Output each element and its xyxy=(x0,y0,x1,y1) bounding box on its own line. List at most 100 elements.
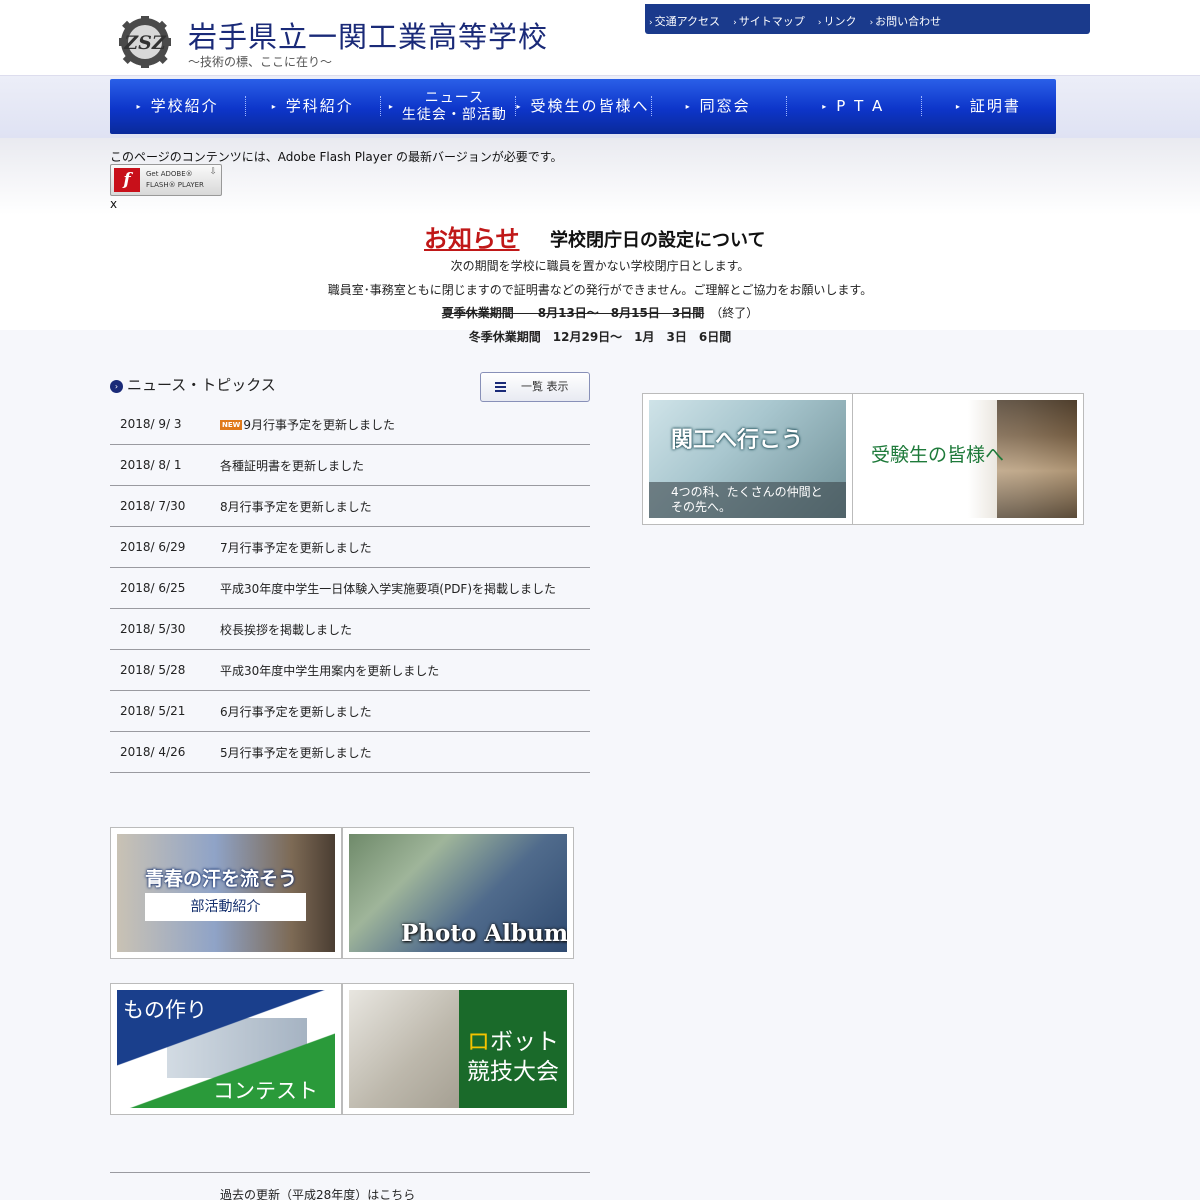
banner-photo: 関工へ行こう 4つの科、たくさんの仲間と その先へ。 xyxy=(649,400,846,518)
notice-winter-period: 冬季休業期間 12月29日〜 1月 3日 6日間 xyxy=(468,330,732,344)
news-item[interactable]: 2018/ 5/28 平成30年度中学生用案内を更新しました xyxy=(110,650,590,691)
nav-label-line2: 生徒会・部活動 xyxy=(401,106,507,123)
flash-close-text[interactable]: x xyxy=(110,197,117,211)
news-item[interactable]: 2018/ 9/ 3 NEW 9月行事予定を更新しました xyxy=(110,404,590,445)
banner-subtitle: 部活動紹介 xyxy=(145,893,306,921)
chevron-right-icon: ▸ xyxy=(685,102,692,111)
news-date: 2018/ 6/25 xyxy=(120,581,186,595)
news-item[interactable]: 2018/ 5/30 校長挨拶を掲載しました xyxy=(110,609,590,650)
banner-club-activities[interactable]: 青春の汗を流そう 部活動紹介 xyxy=(110,827,342,959)
sitemap-link[interactable]: › サイトマップ xyxy=(733,13,805,29)
banner-lets-go-kanko[interactable]: 関工へ行こう 4つの科、たくさんの仲間と その先へ。 xyxy=(642,393,853,525)
nav-item-certificates[interactable]: ▸ 証明書 xyxy=(920,79,1056,134)
flash-badge-line2: FLASH® PLAYER xyxy=(146,181,204,189)
news-date: 2018/ 5/21 xyxy=(120,704,186,718)
links-link-label: リンク xyxy=(823,15,857,28)
school-emblem-icon[interactable]: ZSZ xyxy=(110,16,180,68)
nav-item-applicants[interactable]: ▸ 受検生の皆様へ xyxy=(515,79,650,134)
banner-subtitle-line1: 4つの科、たくさんの仲間と xyxy=(671,485,823,499)
banner-for-applicants[interactable]: 受験生の皆様へ xyxy=(852,393,1084,525)
banner-title-line2: 競技大会 xyxy=(467,1059,559,1085)
banner-title: 関工へ行こう xyxy=(671,428,804,453)
news-item[interactable]: 2018/ 4/26 5月行事予定を更新しました xyxy=(110,732,590,773)
nav-item-departments[interactable]: ▸ 学科紹介 xyxy=(245,79,380,134)
nav-label: P T A xyxy=(836,97,885,115)
nav-label: 同窓会 xyxy=(699,97,751,115)
nav-label: 証明書 xyxy=(969,97,1021,115)
chevron-right-icon: › xyxy=(649,18,653,28)
access-link[interactable]: › 交通アクセス xyxy=(649,13,720,29)
news-date: 2018/ 6/29 xyxy=(120,540,186,554)
news-item[interactable]: 2018/ 7/30 8月行事予定を更新しました xyxy=(110,486,590,527)
news-item[interactable]: 2018/ 8/ 1 各種証明書を更新しました xyxy=(110,445,590,486)
nav-item-alumni[interactable]: ▸ 同窓会 xyxy=(650,79,786,134)
nav-label: 受検生の皆様へ xyxy=(530,97,650,115)
site-title[interactable]: 岩手県立一関工業高等学校 xyxy=(188,14,548,56)
news-title[interactable]: 5月行事予定を更新しました xyxy=(220,744,372,761)
sitemap-link-label: サイトマップ xyxy=(738,15,805,28)
news-title[interactable]: NEW 9月行事予定を更新しました xyxy=(220,416,395,433)
banner-photo: ロボット 競技大会 xyxy=(349,990,567,1108)
notice-title: 学校閉庁日の設定について xyxy=(550,230,766,251)
news-date: 2018/ 4/26 xyxy=(120,745,186,759)
news-item[interactable]: 2018/ 5/21 6月行事予定を更新しました xyxy=(110,691,590,732)
nav-label: 学科紹介 xyxy=(285,97,354,115)
banner-photo: Photo Album xyxy=(349,834,567,952)
flash-badge-line1: Get ADOBE® xyxy=(146,170,193,178)
news-title[interactable]: 平成30年度中学生用案内を更新しました xyxy=(220,662,439,679)
notice-summer-period: 夏季休業期間 8月13日〜 8月15日 3日間 （終了） xyxy=(0,304,1200,321)
chevron-right-icon: › xyxy=(733,18,737,28)
nav-item-school-intro[interactable]: ▸ 学校紹介 xyxy=(110,79,245,134)
banner-photo: もの作り コンテスト xyxy=(117,990,335,1108)
nav-label: ニュース 生徒会・部活動 xyxy=(402,90,507,124)
chevron-right-icon: ▸ xyxy=(136,102,143,111)
view-all-button[interactable]: 一覧 表示 xyxy=(480,372,590,402)
banner-robot-competition[interactable]: ロボット 競技大会 xyxy=(342,983,574,1115)
contact-link[interactable]: › お問い合わせ xyxy=(870,13,942,29)
contact-link-label: お問い合わせ xyxy=(875,15,942,28)
chevron-right-icon: ▸ xyxy=(516,102,523,111)
chevron-right-icon: › xyxy=(869,18,874,28)
news-list: 2018/ 9/ 3 NEW 9月行事予定を更新しました 2018/ 8/ 1 各種証… xyxy=(110,404,590,773)
chevron-right-icon: › xyxy=(817,18,822,28)
access-link-label: 交通アクセス xyxy=(654,15,721,28)
news-title-text: 9月行事予定を更新しました xyxy=(243,417,396,432)
flash-required-message: このページのコンテンツには、Adobe Flash Player の最新バージョ… xyxy=(110,150,563,164)
notice-line-1: 次の期間を学校に職員を置かない学校閉庁日とします。 xyxy=(450,259,750,273)
chevron-right-icon: ▸ xyxy=(955,102,962,111)
banner-subtitle-line2: その先へ。 xyxy=(671,500,732,514)
news-item[interactable]: 2018/ 6/25 平成30年度中学生一日体験入学実施要項(PDF)を掲載しまし… xyxy=(110,568,590,609)
news-title[interactable]: 6月行事予定を更新しました xyxy=(220,703,372,720)
news-title[interactable]: 各種証明書を更新しました xyxy=(220,457,364,474)
nav-item-pta[interactable]: ▸ P T A xyxy=(785,79,921,134)
banner-title-bottom: コンテスト xyxy=(213,1079,318,1103)
news-title[interactable]: 7月行事予定を更新しました xyxy=(220,539,372,556)
utility-nav: › 交通アクセス › サイトマップ › リンク › お問い合わせ xyxy=(645,4,1090,34)
get-flash-player-button[interactable]: f Get ADOBE® FLASH® PLAYER ⇩ xyxy=(110,164,222,196)
download-arrow-icon: ⇩ xyxy=(209,167,217,177)
news-date: 2018/ 5/30 xyxy=(120,622,186,636)
site-tagline: 〜技術の標、ここに在り〜 xyxy=(188,55,333,69)
nav-label-line1: ニュース xyxy=(424,89,485,106)
banner-photo: 青春の汗を流そう 部活動紹介 xyxy=(117,834,335,952)
banner-title: 受験生の皆様へ xyxy=(871,444,1005,466)
links-link[interactable]: › リンク xyxy=(818,13,857,29)
banner-monozukuri-contest[interactable]: もの作り コンテスト xyxy=(110,983,342,1115)
news-title[interactable]: 平成30年度中学生一日体験入学実施要項(PDF)を掲載しました xyxy=(220,580,556,597)
student-photo xyxy=(997,400,1077,518)
news-heading: › ニュース・トピックス xyxy=(110,374,276,395)
flash-logo-icon: f xyxy=(114,168,140,192)
bullet-arrow-icon: › xyxy=(110,380,123,393)
banner-title: Photo Album xyxy=(401,920,567,947)
nav-label: 学校紹介 xyxy=(150,97,219,115)
past-updates-link[interactable]: 過去の更新（平成28年度）はこちら xyxy=(220,1186,415,1200)
news-date: 2018/ 9/ 3 xyxy=(120,417,182,431)
news-item[interactable]: 2018/ 6/29 7月行事予定を更新しました xyxy=(110,527,590,568)
svg-text:ZSZ: ZSZ xyxy=(123,32,167,54)
news-title[interactable]: 8月行事予定を更新しました xyxy=(220,498,372,515)
nav-item-news[interactable]: ▸ ニュース 生徒会・部活動 xyxy=(380,79,515,134)
news-title[interactable]: 校長挨拶を掲載しました xyxy=(220,621,352,638)
banner-photo-album[interactable]: Photo Album xyxy=(342,827,574,959)
chevron-right-icon: ▸ xyxy=(388,102,394,111)
banner-photo: 受験生の皆様へ xyxy=(859,400,1077,518)
